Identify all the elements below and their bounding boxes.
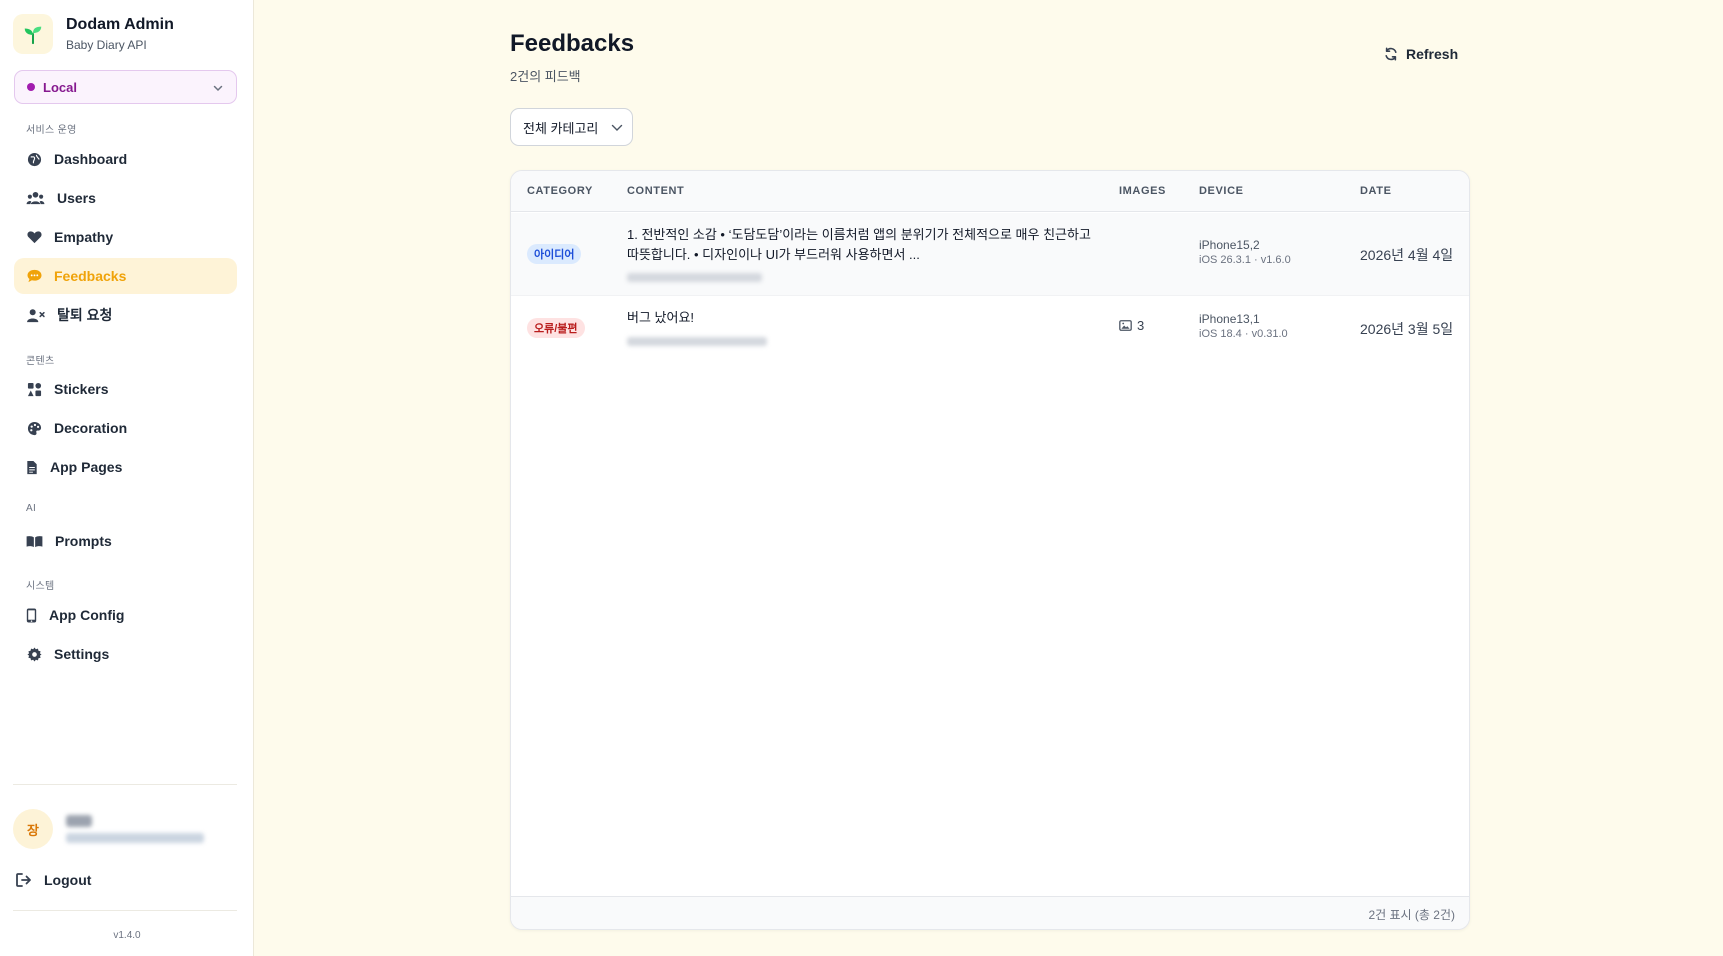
feedback-content: 버그 났어요! xyxy=(627,310,695,325)
book-open-icon xyxy=(26,533,43,549)
sidebar-item-label: Settings xyxy=(54,646,110,662)
table-header: CATEGORY CONTENT IMAGES DEVICE DATE xyxy=(511,171,1469,212)
sidebar-item-label: Dashboard xyxy=(54,151,128,167)
image-count: 3 xyxy=(1119,318,1144,333)
heart-icon xyxy=(26,229,42,245)
sidebar-item-label: Stickers xyxy=(54,381,109,397)
column-header-category[interactable]: CATEGORY xyxy=(527,185,593,197)
sidebar-item-dashboard[interactable]: Dashboard xyxy=(14,141,237,177)
user-remove-icon xyxy=(26,307,45,323)
globe-icon xyxy=(26,151,42,167)
feedback-table: CATEGORY CONTENT IMAGES DEVICE DATE 아이디어… xyxy=(510,170,1470,930)
sidebar-item-prompts[interactable]: Prompts xyxy=(14,523,237,559)
brand-subtitle: Baby Diary API xyxy=(66,37,147,52)
sidebar-item-decoration[interactable]: Decoration xyxy=(14,410,237,446)
user-name-redacted xyxy=(66,815,92,827)
device-model: iPhone13,1 xyxy=(1199,312,1260,326)
table-row[interactable]: 아이디어 1. 전반적인 소감 • ‘도담도담’이라는 이름처럼 앱의 분위기가… xyxy=(511,213,1469,296)
phone-icon xyxy=(26,607,37,623)
column-header-device[interactable]: DEVICE xyxy=(1199,185,1244,197)
section-label-content: 콘텐츠 xyxy=(26,356,55,367)
user-email-redacted xyxy=(66,833,204,843)
row-count-summary: 2건 표시 (총 2건) xyxy=(1368,908,1455,922)
device-os: iOS 26.3.1 · v1.6.0 xyxy=(1199,254,1291,266)
user-email-redacted xyxy=(627,273,762,282)
gear-icon xyxy=(26,646,42,662)
table-footer: 2건 표시 (총 2건) xyxy=(511,896,1469,929)
device-os: iOS 18.4 · v0.31.0 xyxy=(1199,328,1288,340)
sidebar: Dodam Admin Baby Diary API Local 서비스 운영 … xyxy=(0,0,254,956)
sidebar-item-stickers[interactable]: Stickers xyxy=(14,371,237,407)
category-filter-value: 전체 카테고리 xyxy=(523,120,599,136)
sidebar-divider xyxy=(13,784,237,785)
env-selected-label: Local xyxy=(43,79,77,95)
file-icon xyxy=(26,459,38,475)
sidebar-divider xyxy=(13,910,237,911)
feedback-content: 1. 전반적인 소감 • ‘도담도담’이라는 이름처럼 앱의 분위기가 전체적으… xyxy=(627,227,1091,262)
feedback-date: 2026년 3월 5일 xyxy=(1360,321,1454,337)
user-email-redacted xyxy=(627,337,767,346)
refresh-label: Refresh xyxy=(1406,46,1459,62)
sidebar-item-feedbacks[interactable]: Feedbacks xyxy=(14,258,237,294)
category-badge: 오류/불편 xyxy=(527,318,585,338)
section-label-system: 시스템 xyxy=(26,581,55,592)
column-header-images[interactable]: IMAGES xyxy=(1119,185,1166,197)
sidebar-item-users[interactable]: Users xyxy=(14,180,237,216)
sidebar-item-label: App Pages xyxy=(50,459,123,475)
brand-title: Dodam Admin xyxy=(66,15,174,33)
feedback-date: 2026년 4월 4일 xyxy=(1360,247,1454,263)
image-count-value: 3 xyxy=(1137,318,1145,333)
sidebar-item-withdrawal-requests[interactable]: 탈퇴 요청 xyxy=(14,297,237,333)
column-header-date[interactable]: DATE xyxy=(1360,185,1392,197)
sidebar-item-label: 탈퇴 요청 xyxy=(57,307,113,323)
logout-button[interactable]: Logout xyxy=(16,872,91,888)
device-model: iPhone15,2 xyxy=(1199,238,1260,252)
sidebar-item-empathy[interactable]: Empathy xyxy=(14,219,237,255)
column-header-content[interactable]: CONTENT xyxy=(627,185,684,197)
user-profile[interactable]: 장 xyxy=(13,809,204,849)
refresh-icon xyxy=(1385,47,1397,61)
chat-icon xyxy=(26,268,42,284)
section-label-ai: AI xyxy=(26,503,37,514)
sidebar-item-label: Users xyxy=(57,190,96,206)
shapes-icon xyxy=(26,381,42,397)
users-icon xyxy=(26,190,45,206)
sidebar-item-settings[interactable]: Settings xyxy=(14,636,237,672)
section-label-service: 서비스 운영 xyxy=(26,125,77,136)
chevron-down-icon xyxy=(213,85,223,92)
app-version: v1.4.0 xyxy=(113,930,141,941)
sidebar-item-label: App Config xyxy=(49,607,125,623)
brand[interactable]: Dodam Admin Baby Diary API xyxy=(13,14,174,54)
sidebar-item-label: Prompts xyxy=(55,533,112,549)
page-subtitle: 2건의 피드백 xyxy=(510,69,581,84)
image-icon xyxy=(1119,320,1132,331)
category-filter-select[interactable]: 전체 카테고리 xyxy=(510,108,633,146)
page-title: Feedbacks xyxy=(510,30,635,57)
sidebar-item-app-pages[interactable]: App Pages xyxy=(14,449,237,485)
refresh-button[interactable]: Refresh xyxy=(1384,46,1458,62)
sprout-logo-icon xyxy=(13,14,53,54)
environment-select[interactable]: Local xyxy=(14,70,237,104)
logout-icon xyxy=(16,873,31,887)
sidebar-item-app-config[interactable]: App Config xyxy=(14,597,237,633)
logout-label: Logout xyxy=(44,872,92,888)
sidebar-item-label: Feedbacks xyxy=(54,268,127,284)
table-row[interactable]: 오류/불편 버그 났어요! 3 iPhone13,1 iOS 18.4 · v0… xyxy=(511,296,1469,360)
category-badge: 아이디어 xyxy=(527,244,582,264)
chevron-down-icon xyxy=(611,124,623,131)
sidebar-item-label: Empathy xyxy=(54,229,114,245)
env-status-dot xyxy=(27,83,35,91)
avatar: 장 xyxy=(13,809,53,849)
palette-icon xyxy=(26,420,42,436)
sidebar-item-label: Decoration xyxy=(54,420,128,436)
